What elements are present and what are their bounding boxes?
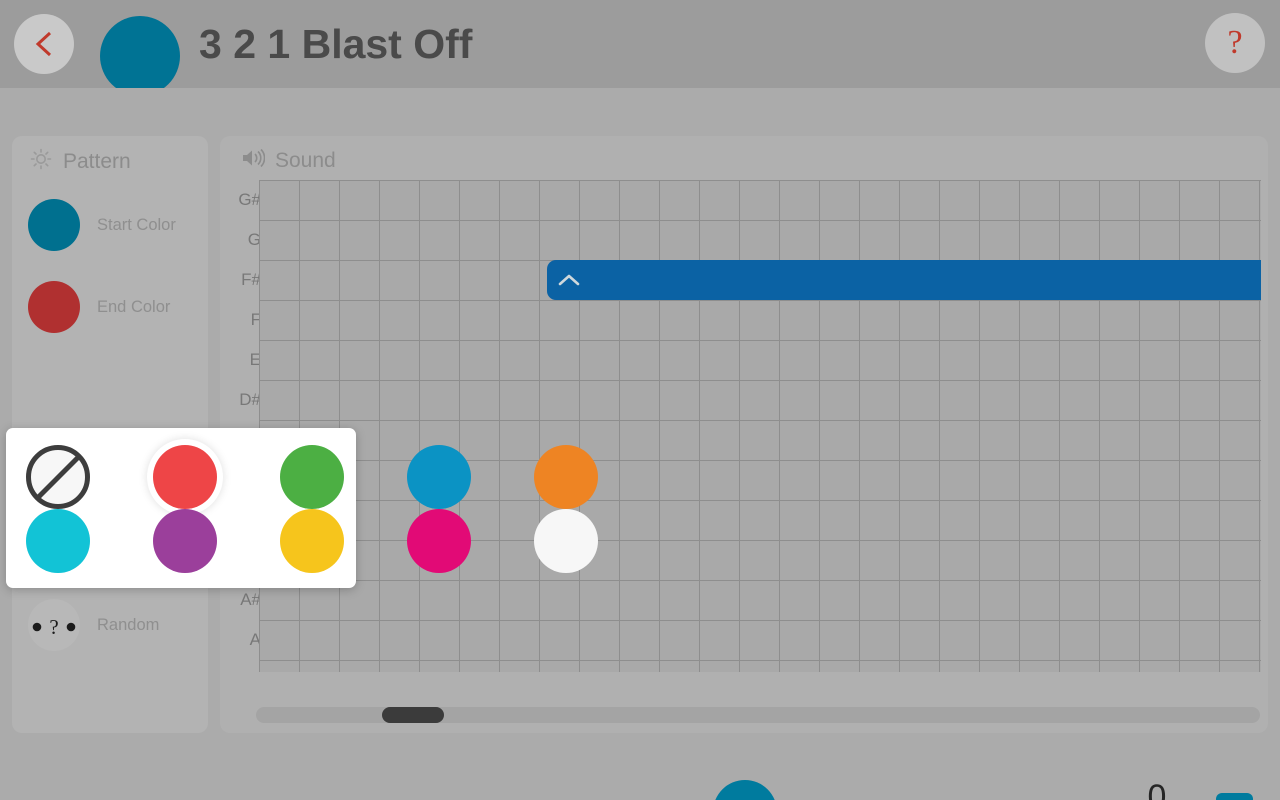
page-title: 3 2 1 Blast Off	[199, 21, 473, 67]
svg-text:?: ?	[49, 615, 58, 636]
sidebar-item-random[interactable]: ? Random	[28, 594, 198, 656]
chevron-left-icon	[33, 29, 55, 59]
back-button[interactable]	[14, 14, 74, 74]
pitch-label: F#	[241, 270, 261, 289]
pitch-label: G	[247, 230, 261, 249]
pattern-section-title: Pattern	[63, 149, 131, 173]
pitch-label: G#	[238, 190, 261, 209]
play-button[interactable]	[713, 780, 777, 800]
sound-section-header: Sound	[241, 148, 336, 173]
color-swatch-magenta[interactable]	[407, 509, 471, 573]
sidebar-item-label: End Color	[97, 297, 171, 316]
pitch-label: F	[250, 310, 261, 329]
color-swatch-white[interactable]	[534, 509, 598, 573]
color-swatch-cyan[interactable]	[26, 509, 90, 573]
color-swatch-orange[interactable]	[534, 445, 598, 509]
piano-roll-grid[interactable]	[259, 180, 1261, 672]
color-swatch-row	[26, 509, 598, 573]
color-swatch-none[interactable]	[26, 445, 90, 509]
note-bar[interactable]	[547, 260, 1261, 300]
help-button[interactable]: ?	[1205, 13, 1265, 73]
color-picker-popup[interactable]	[6, 428, 598, 588]
color-swatch-blue[interactable]	[407, 445, 471, 509]
chevron-up-icon[interactable]	[553, 260, 585, 300]
pitch-label: A	[249, 630, 261, 649]
random-icon: ?	[28, 599, 80, 651]
pitch-axis: G# G F# F E D# D C# C B A# A	[225, 180, 261, 672]
app-header: 3 2 1 Blast Off ?	[0, 0, 1280, 96]
color-swatch-red[interactable]	[153, 445, 217, 509]
color-swatch-green[interactable]	[280, 445, 344, 509]
sidebar-item-label: Start Color	[97, 215, 176, 234]
sidebar-item-end-color[interactable]: End Color	[28, 276, 198, 338]
pitch-label: D#	[239, 390, 261, 409]
app-root: 3 2 1 Blast Off ? Pattern Start Color En…	[0, 0, 1280, 800]
add-note-button[interactable]: +	[1216, 793, 1253, 800]
end-color-swatch[interactable]	[28, 281, 80, 333]
body-area: Pattern Start Color End Color Boomerang	[0, 88, 1280, 800]
scrollbar-thumb[interactable]	[382, 707, 444, 723]
project-color-circle[interactable]	[100, 16, 180, 96]
question-mark-icon: ?	[1227, 24, 1243, 61]
speaker-icon	[241, 148, 266, 173]
notes-left-indicator: 0 notes left	[1106, 780, 1208, 800]
pitch-label: E	[249, 350, 261, 369]
pattern-section-header: Pattern	[30, 148, 131, 175]
brightness-icon	[30, 148, 52, 175]
color-swatch-yellow[interactable]	[280, 509, 344, 573]
horizontal-scrollbar[interactable]	[256, 707, 1260, 723]
slash-icon	[35, 454, 81, 500]
start-color-swatch[interactable]	[28, 199, 80, 251]
sound-section-title: Sound	[275, 148, 336, 172]
sound-panel: Sound G# G F# F E D# D C# C B A# A	[220, 136, 1268, 733]
color-swatch-purple[interactable]	[153, 509, 217, 573]
sidebar-item-label: Random	[97, 615, 160, 634]
notes-left-count: 0	[1147, 778, 1167, 800]
sidebar-item-start-color[interactable]: Start Color	[28, 194, 198, 256]
color-swatch-row	[26, 445, 598, 509]
